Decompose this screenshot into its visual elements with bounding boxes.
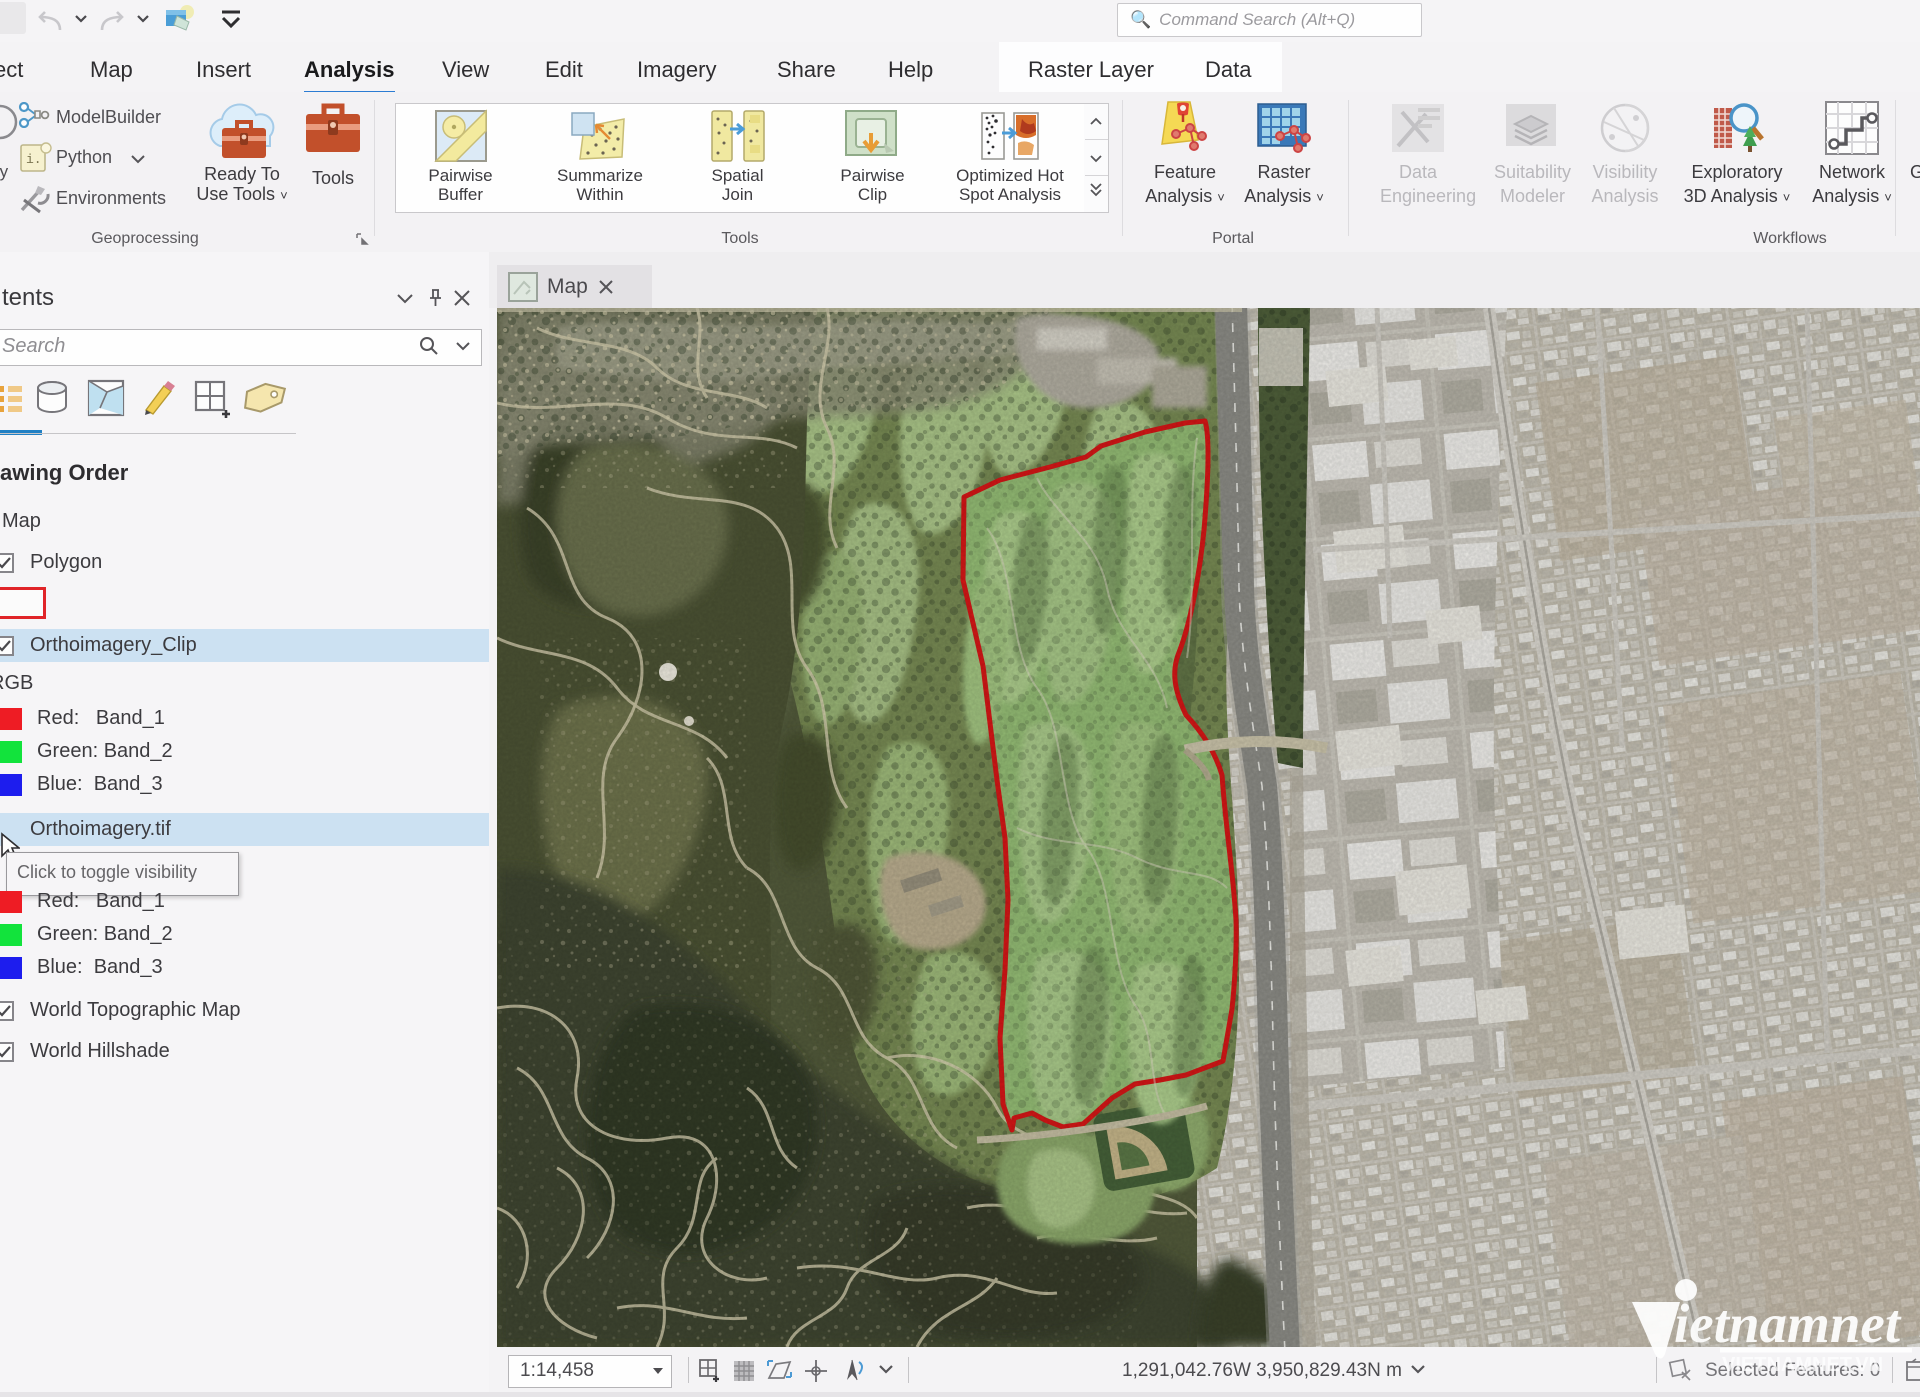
svg-text:ietnamnet: ietnamnet — [1674, 1293, 1902, 1354]
svg-text:i.: i. — [26, 152, 42, 167]
svg-text:VIETNAMNET.VN: VIETNAMNET.VN — [1722, 1354, 1883, 1376]
